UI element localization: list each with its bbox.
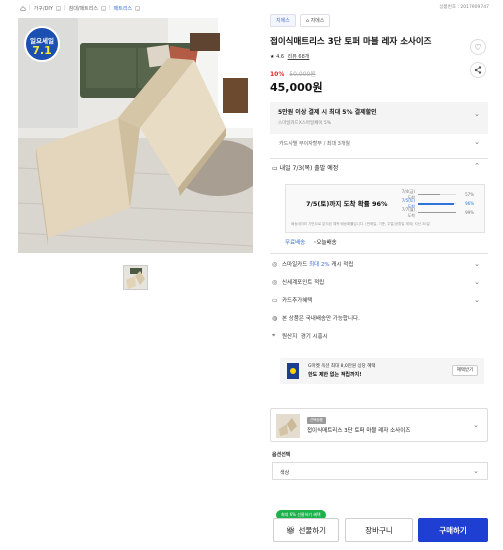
divider — [270, 158, 488, 159]
selected-product-card[interactable]: 선택상품 접이식매트리스 3단 토퍼 마블 레자 소사이즈 ⌄ — [270, 408, 488, 442]
store-link[interactable]: 지에스 — [270, 14, 296, 27]
breadcrumb-item[interactable]: 침대/매트리스 — [69, 5, 98, 12]
payment-benefit-box[interactable]: 5만원 이상 결제 시 최대 5% 결제할인 스마일카드X스마일페이 5% ⌄ — [270, 102, 488, 134]
share-icon[interactable] — [470, 62, 486, 78]
chevron-down-icon: ⌄ — [474, 296, 480, 304]
chevron-down-icon: ⌄ — [474, 138, 480, 146]
product-code: 상품번호 : 2017909747 — [439, 5, 489, 10]
domestic-row: ◍ 본 상품은 국내배송만 가능합니다. — [272, 314, 360, 323]
pin-icon: ⌖ — [272, 332, 276, 339]
bar-percent: 96% — [465, 201, 474, 206]
cart-button[interactable]: 장바구니 — [345, 518, 413, 542]
installment-row[interactable]: 카드사별 무이자할부 / 최대 3개월 ⌄ — [270, 138, 488, 147]
promo-banner: G마켓 옥션 최대 8,0만원 상당 혜택 한도 제한 없는 적립까지! 혜택받… — [280, 358, 484, 384]
chevron-down-icon[interactable]: ⌄ — [135, 5, 141, 11]
price-row: 10% 50,000원 — [270, 69, 488, 78]
point-icon: ◎ — [272, 278, 278, 286]
bar-percent: 99% — [465, 210, 474, 215]
chevron-down-icon: ⌄ — [474, 260, 480, 268]
bar-track — [418, 211, 456, 214]
product-title: 접이식매트리스 3단 토퍼 마블 레자 소사이즈 — [270, 37, 432, 47]
card-extra-row[interactable]: ▭ 카드추가혜택 ⌄ — [270, 291, 488, 309]
benefit-sub: 스마일카드X스마일페이 5% — [278, 121, 332, 126]
card-icon: ▭ — [272, 296, 278, 304]
benefit-title: 5만원 이상 결제 시 최대 5% 결제할인 — [278, 109, 377, 116]
gmarket-logo — [287, 363, 299, 379]
rating: ★ 4.6 리뷰 68개 — [270, 54, 310, 60]
chevron-down-icon: ⌄ — [473, 421, 479, 429]
bar-track — [418, 193, 456, 196]
option-title: 접이식매트리스 3단 토퍼 마블 레자 소사이즈 — [307, 428, 411, 434]
star-icon: ★ — [270, 54, 275, 60]
option-label: 옵션선택 — [272, 452, 291, 458]
gift-icon: 🎁︎ — [285, 525, 296, 535]
chevron-down-icon[interactable]: ⌄ — [55, 5, 61, 11]
sale-price: 45,000원 — [270, 81, 323, 94]
points-row[interactable]: ◎ 신세계포인트 적립 ⌄ — [270, 273, 488, 291]
tab-free-shipping[interactable]: 무료배송 — [285, 238, 305, 246]
chevron-down-icon: ⌄ — [474, 278, 480, 286]
chevron-down-icon: ⌄ — [474, 110, 480, 118]
probability-note: 배송데이터 기반으로 분석된 예측 배송확률입니다. (판매일, 기준, 주말/… — [291, 222, 430, 226]
bar-label: 7/7(월) 도착 — [401, 206, 415, 218]
heart-icon[interactable]: ♡ — [470, 39, 486, 55]
chevron-down-icon: ⌄ — [473, 467, 479, 475]
original-price: 50,000원 — [289, 71, 316, 78]
color-select[interactable]: 색상 ⌄ — [272, 462, 488, 480]
probability-bars: 7/4(금) 도착 57% 7/5(토) 도착 96% 7/7(월) 도착 99% — [398, 189, 482, 218]
coin-icon: ◎ — [272, 260, 278, 268]
probability-bar-row: 7/7(월) 도착 99% — [398, 206, 482, 218]
home-icon[interactable] — [20, 5, 26, 11]
delivery-probability-box: 7/5(토)까지 도착 확률 96% 7/4(금) 도착 57% 7/5(토) 도착… — [285, 184, 485, 233]
breadcrumb: | 가구/DIY ⌄ | 침대/매트리스 ⌄ | 매트리스 ⌄ — [20, 3, 141, 13]
origin-row: ⌖ 원산지 경기 시흥시 — [272, 332, 328, 340]
bar-fill — [418, 211, 456, 214]
review-link[interactable]: 리뷰 68개 — [288, 54, 310, 60]
bar-fill — [418, 193, 440, 196]
store-tabs: 지에스 ⌂ 지에스 — [270, 14, 488, 27]
shipping-header[interactable]: ▭ 내일 7/3(목) 출발 예정 ⌃ — [270, 162, 488, 172]
chevron-up-icon: ⌃ — [474, 162, 480, 170]
bar-track — [418, 202, 456, 205]
chevron-down-icon[interactable]: ⌄ — [100, 5, 106, 11]
discount-rate: 10% — [270, 71, 285, 78]
store-link-secondary[interactable]: ⌂ 지에스 — [299, 14, 331, 27]
bar-fill — [418, 202, 455, 205]
smile-card-row[interactable]: ◎ 스마일카드 최대 2% 캐시 적립 ⌄ — [270, 255, 488, 273]
thumbnail-photo — [124, 266, 147, 289]
get-benefit-button[interactable]: 혜택받기 — [452, 365, 478, 376]
product-info: 지에스 ⌂ 지에스 접이식매트리스 3단 토퍼 마블 레자 소사이즈 ★ 4.6… — [270, 14, 488, 95]
shipping-tabs: 무료배송 ◦오늘배송 — [285, 238, 337, 246]
product-thumbnail[interactable] — [123, 265, 148, 290]
breadcrumb-item[interactable]: 매트리스 — [114, 5, 132, 12]
bar-percent: 57% — [465, 192, 474, 197]
buy-button[interactable]: 구매하기 — [418, 518, 488, 542]
globe-icon: ◍ — [272, 314, 278, 322]
option-tag: 선택상품 — [307, 417, 326, 424]
divider — [270, 253, 488, 254]
product-main-image[interactable]: 일요세일 7.1 — [18, 18, 253, 253]
truck-icon: ▭ — [272, 165, 280, 172]
option-thumbnail — [276, 414, 300, 438]
sale-badge: 일요세일 7.1 — [24, 26, 60, 62]
gift-button[interactable]: 🎁︎ 선물하기 — [273, 518, 339, 542]
arrival-probability: 7/5(토)까지 도착 확률 96% — [306, 200, 388, 208]
breadcrumb-item[interactable]: 가구/DIY — [34, 5, 53, 12]
tab-other-shipping[interactable]: ◦오늘배송 — [313, 238, 337, 246]
